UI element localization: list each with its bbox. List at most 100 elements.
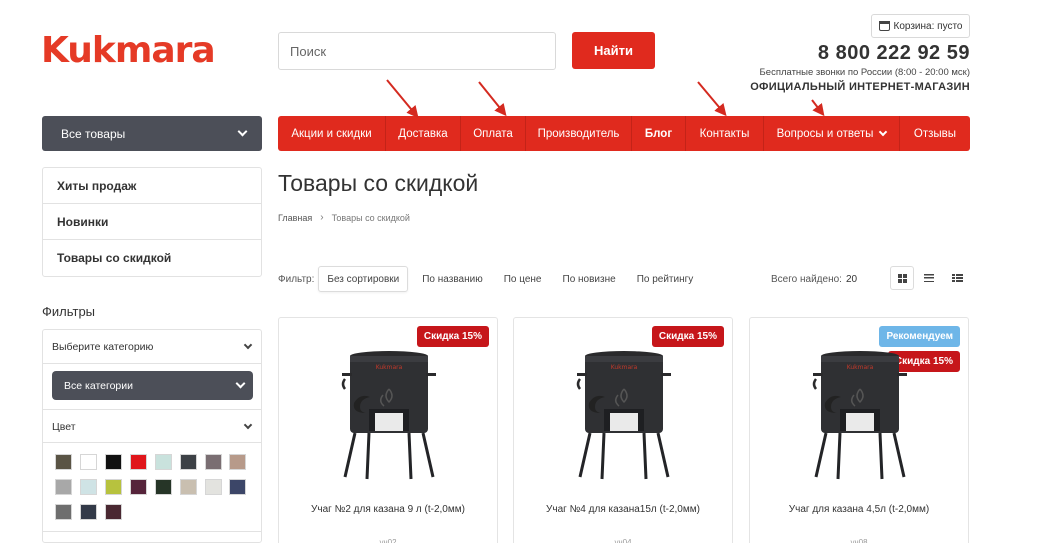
nav-item-reviews[interactable]: Отзывы <box>900 116 970 151</box>
nav-item-payment[interactable]: Оплата <box>461 116 526 151</box>
color-swatch[interactable] <box>55 454 72 470</box>
sidebar-item-new[interactable]: Новинки <box>43 204 261 240</box>
nav-label: Доставка <box>398 127 448 140</box>
main-nav: Акции и скидки Доставка Оплата Производи… <box>278 116 970 151</box>
cart-label: Корзина: пусто <box>893 20 963 32</box>
color-swatch[interactable] <box>229 479 246 495</box>
chevron-down-icon <box>237 126 248 137</box>
chevron-down-icon <box>243 340 253 349</box>
breadcrumb-current: Товары со скидкой <box>331 212 410 223</box>
breadcrumb: Главная › Товары со скидкой <box>278 212 410 223</box>
product-image[interactable]: Kukmara <box>339 343 439 483</box>
color-swatch[interactable] <box>105 479 122 495</box>
nav-label: Оплата <box>473 127 513 140</box>
color-swatch[interactable] <box>180 454 197 470</box>
chevron-down-icon <box>235 378 246 389</box>
breadcrumb-home[interactable]: Главная <box>278 213 312 223</box>
nav-item-contacts[interactable]: Контакты <box>686 116 764 151</box>
nav-label: Акции и скидки <box>291 127 372 140</box>
results-count: Всего найдено: 20 <box>771 274 857 285</box>
nav-item-faq[interactable]: Вопросы и ответы <box>764 116 900 151</box>
sidebar-item-discounts[interactable]: Товары со скидкой <box>43 240 261 276</box>
color-swatch[interactable] <box>205 454 222 470</box>
product-name[interactable]: Учаг для казана 4,5л (t-2,0мм) <box>758 504 960 515</box>
color-filter-toggle[interactable]: Цвет <box>43 410 261 443</box>
color-swatch[interactable] <box>80 479 97 495</box>
nav-label: Производитель <box>537 127 620 140</box>
product-image[interactable]: Kukmara <box>574 343 674 483</box>
catalog-dropdown[interactable]: Все товары <box>42 116 262 151</box>
phone-note: Бесплатные звонки по России (8:00 - 20:0… <box>759 67 970 78</box>
list-icon <box>924 274 934 282</box>
color-swatch[interactable] <box>105 454 122 470</box>
product-card[interactable]: Скидка 15% Kukmara Учаг №2 для казана 9 … <box>278 317 498 543</box>
nav-item-delivery[interactable]: Доставка <box>386 116 461 151</box>
divider <box>43 442 261 443</box>
nav-label: Вопросы и ответы <box>776 127 874 140</box>
divider <box>43 531 261 532</box>
chevron-down-icon <box>879 127 888 137</box>
product-card[interactable]: Рекомендуем Скидка 15% Kukmara Учаг для к… <box>749 317 969 543</box>
sort-by-price[interactable]: По цене <box>496 266 550 292</box>
sort-by-rating[interactable]: По рейтингу <box>629 266 702 292</box>
product-image[interactable]: Kukmara <box>810 343 910 483</box>
divider <box>43 363 261 364</box>
breadcrumb-separator: › <box>320 212 324 223</box>
nav-label: Контакты <box>699 127 750 140</box>
filter-panel: Выберите категорию Все категории Цвет <box>42 329 262 543</box>
nav-item-manufacturer[interactable]: Производитель <box>526 116 632 151</box>
catalog-dropdown-label: Все товары <box>61 126 126 141</box>
category-filter-toggle[interactable]: Выберите категорию <box>43 330 261 363</box>
product-name[interactable]: Учаг №2 для казана 9 л (t-2,0мм) <box>287 504 489 515</box>
annotation-arrow <box>478 81 507 117</box>
sidebar-links: Хиты продаж Новинки Товары со скидкой <box>42 167 262 277</box>
sort-label: Фильтр: <box>278 273 315 285</box>
svg-text:Kukmara: Kukmara <box>611 364 638 371</box>
cart-button[interactable]: Корзина: пусто <box>871 14 970 38</box>
sort-bar: Фильтр: Без сортировки По названию По це… <box>278 266 706 292</box>
color-swatch[interactable] <box>229 454 246 470</box>
color-swatch[interactable] <box>130 479 147 495</box>
color-swatch[interactable] <box>155 479 172 495</box>
product-code: уч08 <box>850 538 868 543</box>
sort-by-newness[interactable]: По новизне <box>555 266 624 292</box>
product-card[interactable]: Скидка 15% Kukmara Учаг №4 для казана15л… <box>513 317 733 543</box>
product-name[interactable]: Учаг №4 для казана15л (t-2,0мм) <box>522 504 724 515</box>
page-title: Товары со скидкой <box>278 170 479 196</box>
phone-number[interactable]: 8 800 222 92 59 <box>818 42 970 65</box>
filters-title: Фильтры <box>42 304 96 319</box>
annotation-arrow <box>811 99 825 117</box>
results-count-label: Всего найдено: <box>771 274 842 285</box>
nav-label: Отзывы <box>913 127 957 140</box>
color-swatch[interactable] <box>130 454 147 470</box>
product-code: уч02 <box>379 538 397 543</box>
category-select[interactable]: Все категории <box>52 371 253 400</box>
results-count-value: 20 <box>845 274 858 285</box>
table-icon <box>951 274 963 282</box>
svg-text:Kukmara: Kukmara <box>376 364 403 371</box>
sort-none[interactable]: Без сортировки <box>318 266 409 292</box>
nav-label: Блог <box>644 127 673 140</box>
view-table-button[interactable] <box>945 266 969 290</box>
chevron-down-icon <box>243 420 253 429</box>
color-swatch[interactable] <box>155 454 172 470</box>
color-swatch[interactable] <box>180 479 197 495</box>
search-input[interactable] <box>278 32 556 70</box>
color-swatch[interactable] <box>80 454 97 470</box>
nav-item-sales[interactable]: Акции и скидки <box>278 116 386 151</box>
color-swatch[interactable] <box>105 504 122 520</box>
category-select-value: Все категории <box>64 379 133 392</box>
category-filter-label: Выберите категорию <box>52 340 154 353</box>
site-logo[interactable]: Kukmara <box>41 30 216 71</box>
color-swatch[interactable] <box>55 479 72 495</box>
nav-item-blog[interactable]: Блог <box>632 116 686 151</box>
color-swatch[interactable] <box>205 479 222 495</box>
color-swatch[interactable] <box>80 504 97 520</box>
view-grid-button[interactable] <box>890 266 914 290</box>
sidebar-item-bestsellers[interactable]: Хиты продаж <box>43 168 261 204</box>
cart-icon <box>878 21 890 31</box>
color-swatch[interactable] <box>55 504 72 520</box>
sort-by-name[interactable]: По названию <box>414 266 490 292</box>
view-list-button[interactable] <box>917 266 941 290</box>
search-button[interactable]: Найти <box>572 32 655 69</box>
